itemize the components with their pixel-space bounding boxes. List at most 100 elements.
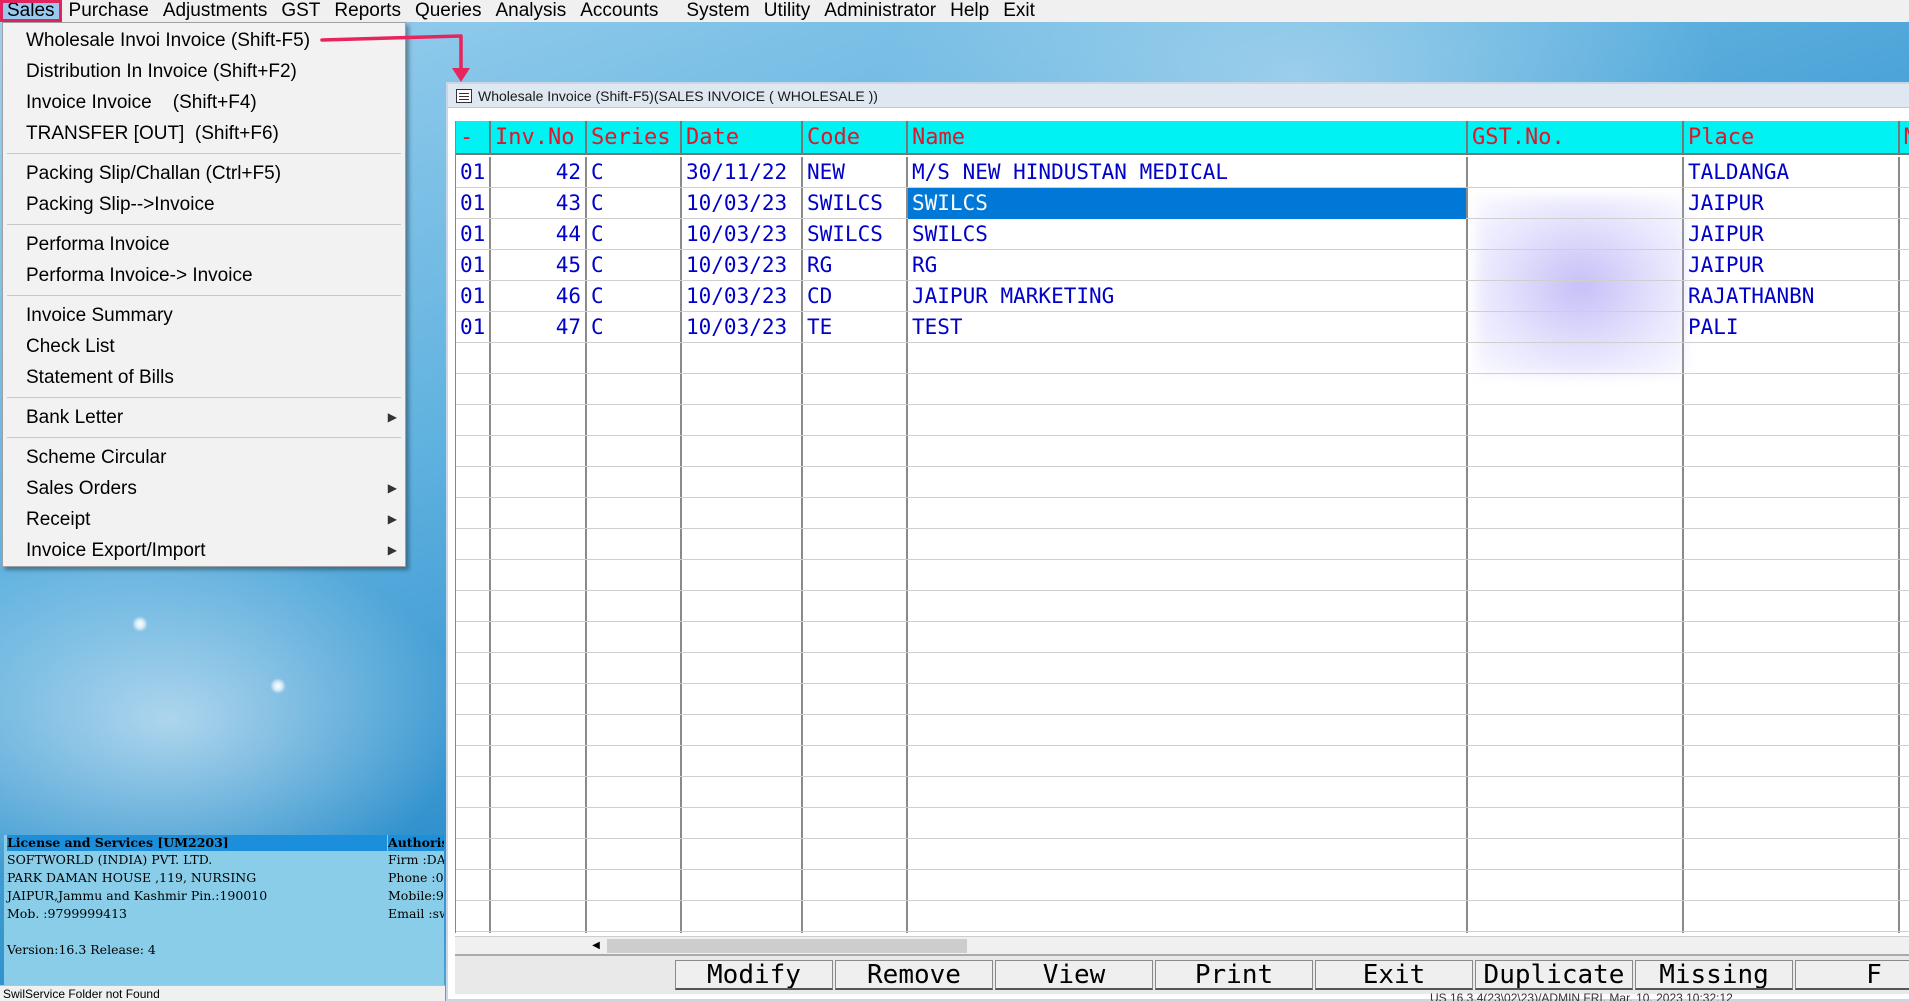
cell-date[interactable]: 10/03/23 xyxy=(682,188,801,219)
menu-item-bank-letter[interactable]: Bank Letter ▶ xyxy=(3,402,405,433)
table-row[interactable] xyxy=(456,808,1909,839)
table-row[interactable] xyxy=(456,684,1909,715)
cell-name[interactable]: RG xyxy=(908,250,1466,281)
cell-date[interactable]: 10/03/23 xyxy=(682,250,801,281)
cell-date[interactable]: 10/03/23 xyxy=(682,281,801,312)
table-row[interactable] xyxy=(456,746,1909,777)
menu-item-performa-to-invoice[interactable]: Performa Invoice-> Invoice xyxy=(3,260,405,291)
header-name[interactable]: Name xyxy=(908,121,1468,155)
cell-gst-no[interactable] xyxy=(1468,250,1682,281)
cell-branch[interactable]: 01 xyxy=(456,250,489,281)
header-inv-no[interactable]: Inv.No xyxy=(491,121,587,155)
menu-sales[interactable]: Sales xyxy=(0,0,62,22)
cell-name[interactable]: SWILCS xyxy=(908,219,1466,250)
table-row[interactable] xyxy=(456,715,1909,746)
cell-code[interactable]: NEW xyxy=(803,157,906,188)
table-row[interactable] xyxy=(456,529,1909,560)
table-row[interactable] xyxy=(456,591,1909,622)
cell-gst-no[interactable] xyxy=(1468,312,1682,343)
cell-place[interactable]: JAIPUR xyxy=(1684,250,1898,281)
scroll-thumb[interactable] xyxy=(607,939,967,953)
table-row[interactable] xyxy=(456,560,1909,591)
menu-item-receipt[interactable]: Receipt ▶ xyxy=(3,504,405,535)
cell-series[interactable]: C xyxy=(587,281,680,312)
menu-adjustments[interactable]: Adjustments xyxy=(156,0,275,22)
table-row[interactable] xyxy=(456,653,1909,684)
horizontal-scrollbar[interactable]: ◀ xyxy=(455,936,1909,954)
cell-name[interactable]: TEST xyxy=(908,312,1466,343)
header-gst-no[interactable]: GST.No. xyxy=(1468,121,1684,155)
table-row[interactable]: 01 45 C 10/03/23 RG RG JAIPUR xyxy=(456,250,1909,281)
header-series[interactable]: Series xyxy=(587,121,682,155)
cell-code[interactable]: SWILCS xyxy=(803,188,906,219)
cell-series[interactable]: C xyxy=(587,219,680,250)
menu-item-packing-slip-challan[interactable]: Packing Slip/Challan (Ctrl+F5) xyxy=(3,158,405,189)
cell-series[interactable]: C xyxy=(587,188,680,219)
menu-queries[interactable]: Queries xyxy=(408,0,489,22)
menu-item-invoice[interactable]: Invoice Invoice (Shift+F4) xyxy=(3,87,405,118)
cell-place[interactable]: PALI xyxy=(1684,312,1898,343)
header-dash[interactable]: - xyxy=(456,121,491,155)
cell-gst-no[interactable] xyxy=(1468,157,1682,188)
cell-name[interactable]: JAIPUR MARKETING xyxy=(908,281,1466,312)
cell-name[interactable]: SWILCS xyxy=(908,188,1466,219)
cell-branch[interactable]: 01 xyxy=(456,219,489,250)
cell-date[interactable]: 10/03/23 xyxy=(682,312,801,343)
menu-item-sales-orders[interactable]: Sales Orders ▶ xyxy=(3,473,405,504)
cell-place[interactable]: RAJATHANBN xyxy=(1684,281,1898,312)
menu-purchase[interactable]: Purchase xyxy=(62,0,156,22)
cell-place[interactable]: JAIPUR xyxy=(1684,219,1898,250)
table-row[interactable] xyxy=(456,374,1909,405)
table-row[interactable]: 01 43 C 10/03/23 SWILCS SWILCS JAIPUR xyxy=(456,188,1909,219)
menu-item-transfer-out[interactable]: TRANSFER [OUT] (Shift+F6) xyxy=(3,118,405,149)
header-place[interactable]: Place xyxy=(1684,121,1900,155)
exit-button[interactable]: Exit xyxy=(1315,960,1473,990)
cell-name[interactable]: M/S NEW HINDUSTAN MEDICAL xyxy=(908,157,1466,188)
cell-series[interactable]: C xyxy=(587,312,680,343)
header-m[interactable]: M xyxy=(1900,121,1909,155)
cell-code[interactable]: TE xyxy=(803,312,906,343)
menu-analysis[interactable]: Analysis xyxy=(488,0,573,22)
menu-item-packing-slip-invoice[interactable]: Packing Slip-->Invoice xyxy=(3,189,405,220)
header-code[interactable]: Code xyxy=(803,121,908,155)
cell-place[interactable]: TALDANGA xyxy=(1684,157,1898,188)
cell-date[interactable]: 10/03/23 xyxy=(682,219,801,250)
menu-item-statement-of-bills[interactable]: Statement of Bills xyxy=(3,362,405,393)
menu-exit[interactable]: Exit xyxy=(996,0,1042,22)
menu-item-invoice-export-import[interactable]: Invoice Export/Import ▶ xyxy=(3,535,405,566)
menu-administrator[interactable]: Administrator xyxy=(817,0,943,22)
cell-branch[interactable]: 01 xyxy=(456,188,489,219)
duplicate-button[interactable]: Duplicate xyxy=(1475,960,1633,990)
cell-series[interactable]: C xyxy=(587,157,680,188)
cell-inv-no[interactable]: 47 xyxy=(491,312,585,343)
cell-code[interactable]: CD xyxy=(803,281,906,312)
table-row[interactable] xyxy=(456,405,1909,436)
cell-code[interactable]: SWILCS xyxy=(803,219,906,250)
table-row[interactable] xyxy=(456,870,1909,901)
table-row[interactable] xyxy=(456,467,1909,498)
cell-place[interactable]: JAIPUR xyxy=(1684,188,1898,219)
cell-inv-no[interactable]: 45 xyxy=(491,250,585,281)
print-button[interactable]: Print xyxy=(1155,960,1313,990)
menu-utility[interactable]: Utility xyxy=(757,0,817,22)
cell-gst-no[interactable] xyxy=(1468,281,1682,312)
more-button[interactable]: F xyxy=(1795,960,1909,990)
header-date[interactable]: Date xyxy=(682,121,803,155)
cell-branch[interactable]: 01 xyxy=(456,281,489,312)
table-row[interactable] xyxy=(456,622,1909,653)
cell-code[interactable]: RG xyxy=(803,250,906,281)
table-row[interactable] xyxy=(456,777,1909,808)
scroll-left-arrow-icon[interactable]: ◀ xyxy=(588,938,604,954)
menu-item-scheme-circular[interactable]: Scheme Circular xyxy=(3,442,405,473)
table-row[interactable]: 01 47 C 10/03/23 TE TEST PALI xyxy=(456,312,1909,343)
modify-button[interactable]: Modify xyxy=(675,960,833,990)
table-row[interactable] xyxy=(456,436,1909,467)
table-row[interactable] xyxy=(456,498,1909,529)
cell-date[interactable]: 30/11/22 xyxy=(682,157,801,188)
cell-gst-no[interactable] xyxy=(1468,188,1682,219)
table-row[interactable]: 01 46 C 10/03/23 CD JAIPUR MARKETING RAJATHANB… xyxy=(456,281,1909,312)
table-row[interactable] xyxy=(456,839,1909,870)
table-row[interactable]: 01 42 C 30/11/22 NEW M/S NEW HINDUSTAN MEDICA… xyxy=(456,157,1909,188)
cell-gst-no[interactable] xyxy=(1468,219,1682,250)
menu-item-performa-invoice[interactable]: Performa Invoice xyxy=(3,229,405,260)
